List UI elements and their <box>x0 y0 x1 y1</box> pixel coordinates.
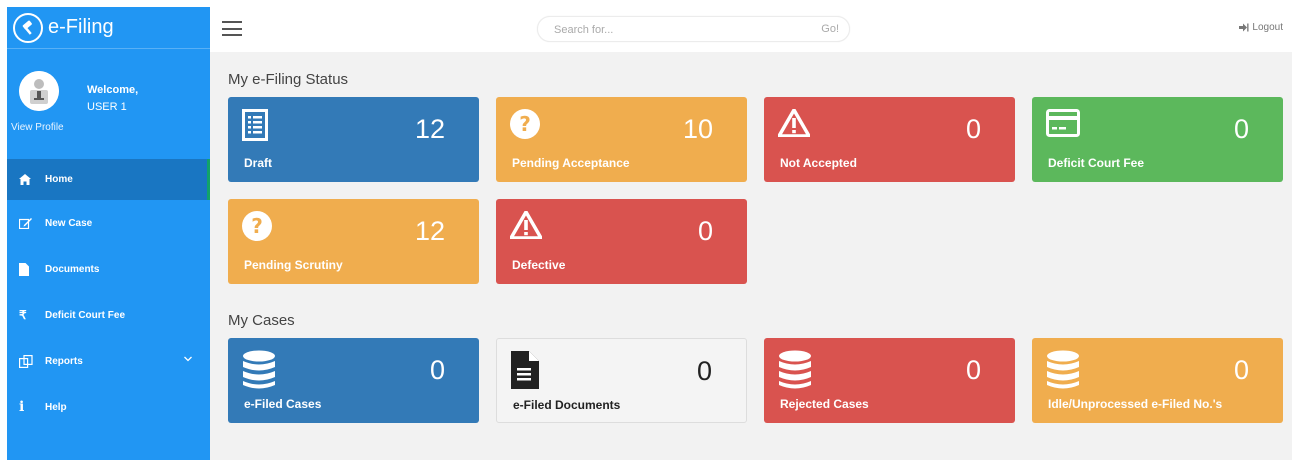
search-box: Go! <box>537 16 850 42</box>
list-icon <box>242 109 278 147</box>
sign-out-icon <box>1239 23 1249 32</box>
sidebar-item-reports[interactable]: Reports <box>7 338 210 384</box>
rupee-icon: ₹ <box>19 308 27 322</box>
sidebar-item-label: Home <box>45 174 73 185</box>
case-card-e-filed-documents[interactable]: 0 e-Filed Documents <box>496 338 747 423</box>
database-icon <box>778 350 814 389</box>
sidebar-nav: Home New Case Documents ₹ Deficit Court … <box>7 159 210 430</box>
info-icon: i <box>19 399 25 415</box>
card-label: Idle/Unprocessed e-Filed No.'s <box>1048 397 1223 411</box>
logout-label: Logout <box>1252 22 1283 33</box>
menu-toggle-icon[interactable] <box>222 21 242 36</box>
question-icon: ? <box>510 109 546 147</box>
warning-icon <box>510 211 546 249</box>
question-icon: ? <box>242 211 278 249</box>
sidebar-item-help[interactable]: i Help <box>7 384 210 430</box>
sidebar-item-new-case[interactable]: New Case <box>7 200 210 246</box>
card-label: Defective <box>512 258 566 272</box>
svg-text:?: ? <box>251 214 263 238</box>
search-input[interactable] <box>554 21 784 38</box>
card-label: e-Filed Documents <box>513 398 621 412</box>
database-icon <box>1046 350 1082 389</box>
card-label: Pending Scrutiny <box>244 258 343 272</box>
status-card-pending-scrutiny[interactable]: ? 12 Pending Scrutiny <box>228 199 479 284</box>
card-count: 0 <box>1233 355 1249 385</box>
sidebar: e-Filing Welcome, USER 1 View Profile Ho… <box>7 7 210 460</box>
case-card-e-filed-cases[interactable]: 0 e-Filed Cases <box>228 338 479 423</box>
profile-panel: Welcome, USER 1 View Profile <box>7 49 210 159</box>
sidebar-item-label: Deficit Court Fee <box>45 309 126 321</box>
sidebar-item-label: Reports <box>45 355 83 367</box>
case-card-idle-unprocessed[interactable]: 0 Idle/Unprocessed e-Filed No.'s <box>1032 338 1283 423</box>
welcome-text: Welcome, <box>87 84 139 96</box>
chevron-down-icon <box>184 354 192 365</box>
main-content: My e-Filing Status 12 Draft ? 10 Pending… <box>210 52 1292 460</box>
logout-link[interactable]: Logout <box>1239 22 1283 33</box>
brand[interactable]: e-Filing <box>7 7 210 49</box>
card-count: 12 <box>414 216 445 246</box>
file-icon <box>19 262 41 276</box>
credit-card-icon <box>1046 109 1082 147</box>
status-card-pending-acceptance[interactable]: ? 10 Pending Acceptance <box>496 97 747 182</box>
svg-text:?: ? <box>519 112 531 136</box>
card-count: 0 <box>429 355 445 385</box>
go-button[interactable]: Go! <box>821 23 839 35</box>
case-card-rejected-cases[interactable]: 0 Rejected Cases <box>764 338 1015 423</box>
database-icon <box>242 350 278 389</box>
card-count: 0 <box>965 355 981 385</box>
document-icon <box>511 351 547 389</box>
cases-section-title: My Cases <box>228 312 295 329</box>
sidebar-item-label: Help <box>45 401 67 413</box>
card-label: e-Filed Cases <box>244 397 322 411</box>
status-card-draft[interactable]: 12 Draft <box>228 97 479 182</box>
sidebar-item-home[interactable]: Home <box>7 159 210 200</box>
status-card-not-accepted[interactable]: 0 Not Accepted <box>764 97 1015 182</box>
warning-icon <box>778 109 814 147</box>
card-count: 0 <box>696 356 712 386</box>
card-count: 0 <box>1233 114 1249 144</box>
brand-title: e-Filing <box>48 16 114 38</box>
card-count: 0 <box>965 114 981 144</box>
edit-icon <box>19 217 41 229</box>
home-icon <box>19 174 41 185</box>
sidebar-item-label: Documents <box>45 263 100 275</box>
card-label: Rejected Cases <box>780 397 869 411</box>
avatar[interactable] <box>19 71 59 111</box>
copy-icon <box>19 354 41 368</box>
top-bar: Go! Logout <box>210 7 1292 52</box>
card-label: Deficit Court Fee <box>1048 156 1145 170</box>
sidebar-item-documents[interactable]: Documents <box>7 246 210 292</box>
card-label: Not Accepted <box>780 156 857 170</box>
sidebar-item-label: New Case <box>45 217 93 229</box>
card-count: 0 <box>697 216 713 246</box>
status-section-title: My e-Filing Status <box>228 71 349 88</box>
status-card-deficit-court-fee[interactable]: 0 Deficit Court Fee <box>1032 97 1283 182</box>
card-count: 10 <box>682 114 713 144</box>
card-count: 12 <box>414 114 445 144</box>
card-label: Pending Acceptance <box>512 156 630 170</box>
username: USER 1 <box>87 101 127 113</box>
sidebar-item-deficit-court-fee[interactable]: ₹ Deficit Court Fee <box>7 292 210 338</box>
card-label: Draft <box>244 156 273 170</box>
gavel-icon <box>13 12 43 43</box>
view-profile-link[interactable]: View Profile <box>11 122 64 133</box>
status-card-defective[interactable]: 0 Defective <box>496 199 747 284</box>
